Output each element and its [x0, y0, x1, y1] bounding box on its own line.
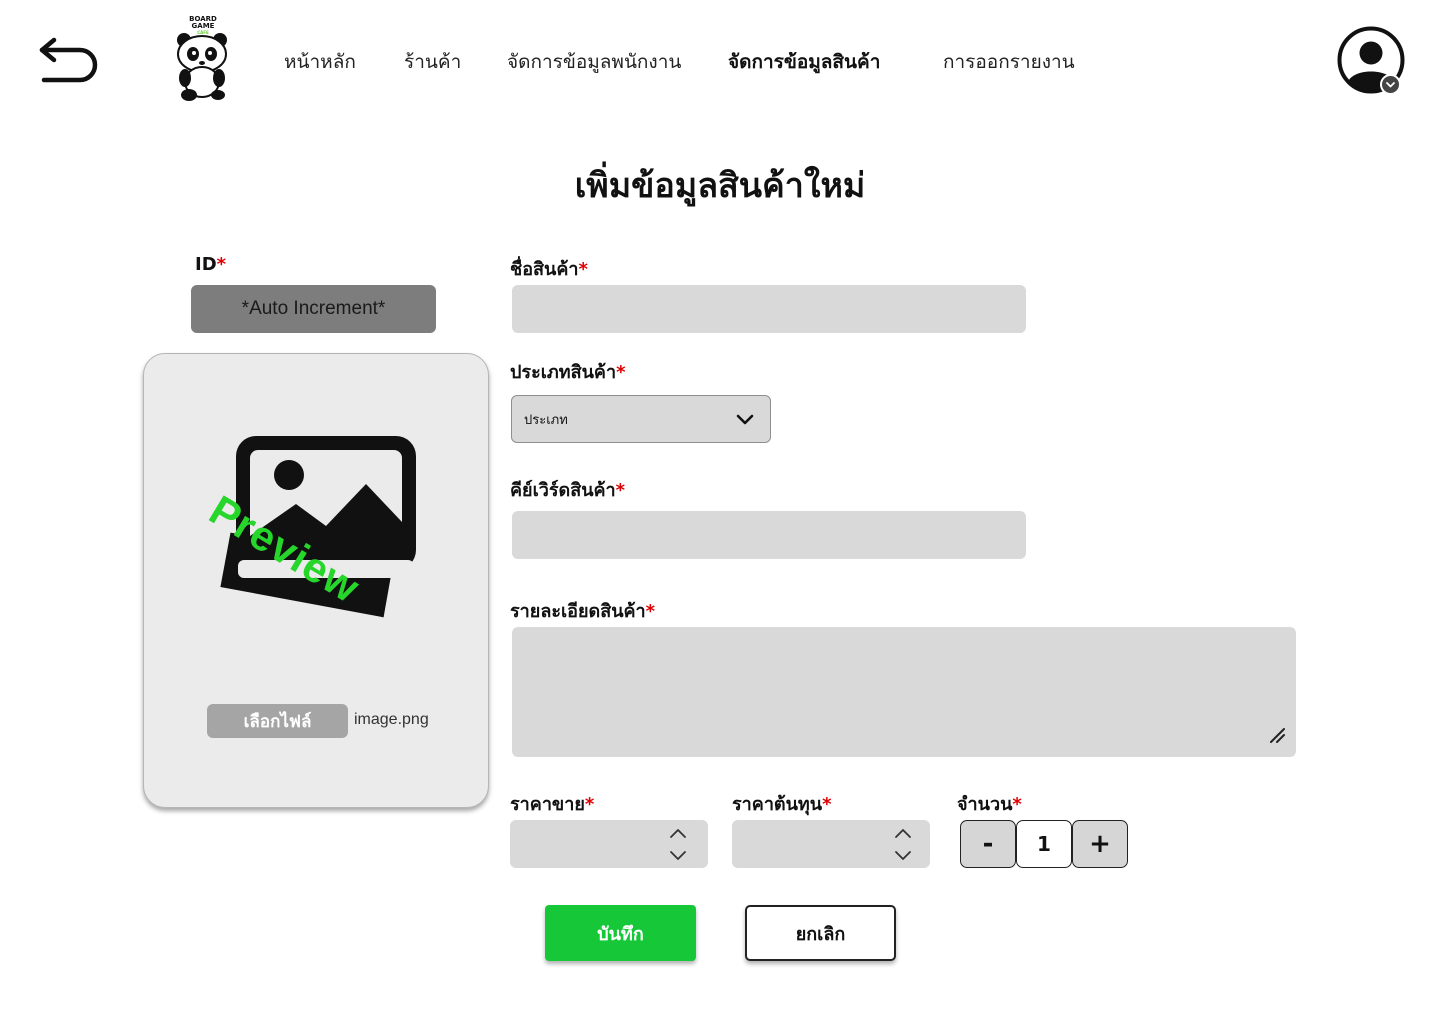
required-mark: * [822, 794, 832, 815]
save-button[interactable]: บันทึก [545, 905, 696, 961]
required-mark: * [578, 259, 588, 280]
required-mark: * [216, 254, 227, 275]
logo[interactable]: BOARD GAME CAFE [170, 14, 236, 104]
product-description-textarea[interactable] [512, 627, 1296, 757]
quantity-label: จำนวน* [957, 794, 1022, 815]
product-keyword-input[interactable] [512, 511, 1026, 559]
id-label: ID* [195, 254, 227, 275]
quantity-decrement-button[interactable]: - [960, 820, 1016, 868]
back-arrow-icon [39, 37, 98, 83]
panda-icon [177, 33, 227, 101]
user-menu-caret[interactable] [1380, 74, 1401, 95]
required-mark: * [645, 601, 656, 622]
nav-item-home[interactable]: หน้าหลัก [284, 47, 356, 77]
chevron-down-icon [736, 414, 754, 425]
required-mark: * [584, 794, 595, 815]
nav-item-shop[interactable]: ร้านค้า [404, 47, 461, 77]
required-mark: * [616, 362, 626, 383]
cost-price-label: ราคาต้นทุน* [732, 794, 832, 815]
quantity-value[interactable]: 1 [1016, 820, 1072, 868]
required-mark: * [1012, 794, 1022, 815]
cost-price-input[interactable] [732, 820, 930, 868]
product-name-input[interactable] [512, 285, 1026, 333]
product-category-select[interactable]: ประเภท [511, 395, 771, 443]
back-button[interactable] [36, 34, 100, 86]
sale-price-input[interactable] [510, 820, 708, 868]
spinner-arrows-icon[interactable] [668, 825, 688, 863]
quantity-increment-button[interactable]: + [1072, 820, 1128, 868]
product-keyword-label: คีย์เวิร์ดสินค้า* [510, 480, 626, 501]
choose-file-button[interactable]: เลือกไฟล์ [207, 704, 348, 738]
nav-item-manage-employees[interactable]: จัดการข้อมูลพนักงาน [507, 47, 681, 77]
chevron-down-icon [1386, 82, 1395, 88]
nav-item-manage-products[interactable]: จัดการข้อมูลสินค้า [728, 47, 880, 77]
required-mark: * [615, 480, 626, 501]
product-category-selected: ประเภท [524, 412, 568, 428]
id-field: *Auto Increment* [191, 285, 436, 333]
spinner-arrows-icon[interactable] [893, 825, 913, 863]
cancel-button[interactable]: ยกเลิก [745, 905, 896, 961]
product-name-label: ชื่อสินค้า* [510, 259, 588, 280]
selected-file-name: image.png [354, 711, 429, 728]
nav-item-reports[interactable]: การออกรายงาน [943, 47, 1075, 77]
sale-price-label: ราคาขาย* [510, 794, 595, 815]
page-title: เพิ่มข้อมูลสินค้าใหม่ [574, 166, 866, 206]
product-description-label: รายละเอียดสินค้า* [510, 601, 656, 622]
product-category-label: ประเภทสินค้า* [510, 362, 626, 383]
image-preview-card: Preview เลือกไฟล์ image.png [143, 353, 489, 808]
resize-handle-icon[interactable] [1269, 727, 1285, 743]
